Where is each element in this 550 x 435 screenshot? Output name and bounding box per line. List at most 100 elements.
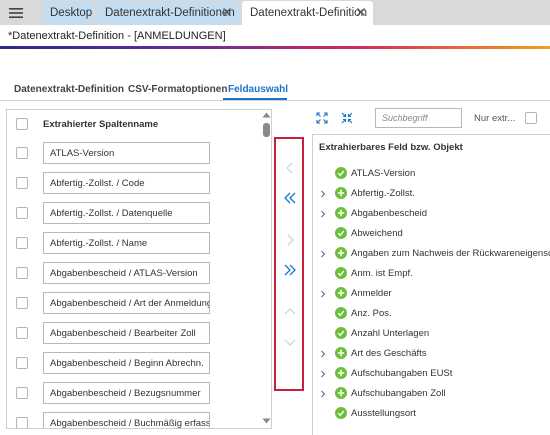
- scroll-down-arrow-icon[interactable]: [262, 418, 271, 424]
- row-checkbox[interactable]: [16, 147, 28, 159]
- column-name-input[interactable]: Abgabenbescheid / Bezugsnummer: [43, 382, 210, 404]
- tree-item-label: Art des Geschäfts: [351, 348, 427, 359]
- tree-item[interactable]: Ausstellungsort: [313, 405, 550, 425]
- move-left-icon[interactable]: [283, 161, 297, 175]
- move-down-icon[interactable]: [283, 335, 297, 349]
- scroll-up-arrow-icon[interactable]: [262, 112, 271, 118]
- check-circle-icon: [335, 227, 347, 239]
- column-name-input[interactable]: Abfertig.-Zollst. / Name: [43, 232, 210, 254]
- select-all-checkbox[interactable]: [16, 118, 28, 130]
- column-name-input[interactable]: Abfertig.-Zollst. / Code: [43, 172, 210, 194]
- add-circle-icon: [335, 367, 347, 379]
- tree-item[interactable]: Art des Geschäfts: [313, 345, 550, 365]
- move-all-left-icon[interactable]: [283, 191, 297, 205]
- table-row: Abgabenbescheid / Art der Anmeldung: [7, 290, 261, 320]
- right-toolbar: Suchbegriff Nur extr...: [308, 107, 550, 131]
- tree-item-label: Angaben zum Nachweis der Rückwareneigens…: [351, 248, 550, 259]
- tree-item[interactable]: Aufschubangaben Zoll: [313, 385, 550, 405]
- close-icon[interactable]: [221, 6, 233, 18]
- tree-item-label: Anz. Pos.: [351, 308, 392, 319]
- tab-label: Datenextrakt-Definitionen: [105, 7, 235, 19]
- chevron-right-icon[interactable]: [319, 190, 327, 198]
- move-all-right-icon[interactable]: [283, 263, 297, 277]
- tree-item-label: Ausstellungsort: [351, 408, 416, 419]
- tree-item[interactable]: ATLAS-Version: [313, 165, 550, 185]
- table-row: Abgabenbescheid / Bearbeiter Zoll: [7, 320, 261, 350]
- column-name-input[interactable]: Abgabenbescheid / Art der Anmeldung: [43, 292, 210, 314]
- title-row: *Datenextrakt-Definition - [ANMELDUNGEN]: [0, 25, 550, 46]
- tab-datenextrakt-definition[interactable]: Datenextrakt-Definition: [242, 1, 373, 25]
- row-checkbox[interactable]: [16, 387, 28, 399]
- tree-item[interactable]: Abgabenbescheid: [313, 205, 550, 225]
- extractable-fields-panel: Extrahierbares Feld bzw. Objekt ATLAS-Ve…: [312, 134, 550, 435]
- tree-item-label: Abfertig.-Zollst.: [351, 188, 415, 199]
- add-circle-icon: [335, 287, 347, 299]
- tree-item[interactable]: Abfertig.-Zollst.: [313, 185, 550, 205]
- transfer-controls: [274, 137, 304, 391]
- row-checkbox[interactable]: [16, 267, 28, 279]
- add-circle-icon: [335, 347, 347, 359]
- tree-item[interactable]: Angaben zum Nachweis der Rückwareneigens…: [313, 245, 550, 265]
- check-circle-icon: [335, 307, 347, 319]
- add-circle-icon: [335, 187, 347, 199]
- column-name-input[interactable]: Abfertig.-Zollst. / Datenquelle: [43, 202, 210, 224]
- move-up-icon[interactable]: [283, 305, 297, 319]
- table-row: ATLAS-Version: [7, 140, 261, 170]
- check-circle-icon: [335, 407, 347, 419]
- brand-gradient-divider: [0, 46, 550, 49]
- table-row: Abgabenbescheid / Buchmäßig erfasst: [7, 410, 261, 428]
- tab-feldauswahl[interactable]: Feldauswahl: [228, 84, 288, 95]
- column-name-input[interactable]: Abgabenbescheid / ATLAS-Version: [43, 262, 210, 284]
- hamburger-menu-icon[interactable]: [0, 0, 32, 25]
- tree-item-label: Aufschubangaben EUSt: [351, 368, 453, 379]
- tree-item[interactable]: Anm. ist Empf.: [313, 265, 550, 285]
- top-tab-bar: Desktop Datenextrakt-Definitionen Datene…: [0, 0, 550, 25]
- collapse-all-icon[interactable]: [341, 112, 353, 124]
- chevron-right-icon[interactable]: [319, 250, 327, 258]
- tree-item[interactable]: Abweichend: [313, 225, 550, 245]
- row-checkbox[interactable]: [16, 177, 28, 189]
- row-checkbox[interactable]: [16, 237, 28, 249]
- row-checkbox[interactable]: [16, 297, 28, 309]
- tree-item[interactable]: Aufschubangaben EUSt: [313, 365, 550, 385]
- tab-csv-formatoptionen[interactable]: CSV-Formatoptionen: [128, 84, 227, 95]
- tab-desktop[interactable]: Desktop: [42, 1, 94, 25]
- only-extracted-checkbox[interactable]: [525, 112, 537, 124]
- column-name-input[interactable]: ATLAS-Version: [43, 142, 210, 164]
- chevron-right-icon[interactable]: [319, 350, 327, 358]
- row-checkbox[interactable]: [16, 327, 28, 339]
- tree-item[interactable]: Anmelder: [313, 285, 550, 305]
- add-circle-icon: [335, 387, 347, 399]
- check-circle-icon: [335, 167, 347, 179]
- chevron-right-icon[interactable]: [319, 290, 327, 298]
- vertical-scrollbar[interactable]: [261, 110, 271, 428]
- close-icon[interactable]: [355, 6, 367, 18]
- row-checkbox[interactable]: [16, 207, 28, 219]
- column-name-input[interactable]: Abgabenbescheid / Beginn Abrechn.: [43, 352, 210, 374]
- tree-item[interactable]: Anz. Pos.: [313, 305, 550, 325]
- chevron-right-icon[interactable]: [319, 210, 327, 218]
- chevron-right-icon[interactable]: [319, 370, 327, 378]
- table-row: Abfertig.-Zollst. / Datenquelle: [7, 200, 261, 230]
- chevron-right-icon[interactable]: [319, 390, 327, 398]
- tree-item[interactable]: Anzahl Unterlagen: [313, 325, 550, 345]
- table-row: Abfertig.-Zollst. / Name: [7, 230, 261, 260]
- tab-label: Datenextrakt-Definition: [250, 7, 367, 19]
- tree-item-label: Anmelder: [351, 288, 392, 299]
- column-name-input[interactable]: Abgabenbescheid / Bearbeiter Zoll: [43, 322, 210, 344]
- row-checkbox[interactable]: [16, 357, 28, 369]
- row-checkbox[interactable]: [16, 417, 28, 428]
- tree-item-label: Abweichend: [351, 228, 403, 239]
- move-right-icon[interactable]: [283, 233, 297, 247]
- add-circle-icon: [335, 207, 347, 219]
- tab-datenextrakt-definition-section[interactable]: Datenextrakt-Definition: [14, 84, 124, 95]
- column-name-input[interactable]: Abgabenbescheid / Buchmäßig erfasst: [43, 412, 210, 428]
- tree-item-label: Abgabenbescheid: [351, 208, 428, 219]
- tree-item-label: ATLAS-Version: [351, 168, 416, 179]
- table-row: Abgabenbescheid / Beginn Abrechn.: [7, 350, 261, 380]
- check-circle-icon: [335, 267, 347, 279]
- scrollbar-thumb[interactable]: [263, 123, 270, 137]
- tab-datenextrakt-definitionen[interactable]: Datenextrakt-Definitionen: [97, 1, 239, 25]
- expand-all-icon[interactable]: [316, 112, 328, 124]
- search-input[interactable]: Suchbegriff: [375, 108, 462, 128]
